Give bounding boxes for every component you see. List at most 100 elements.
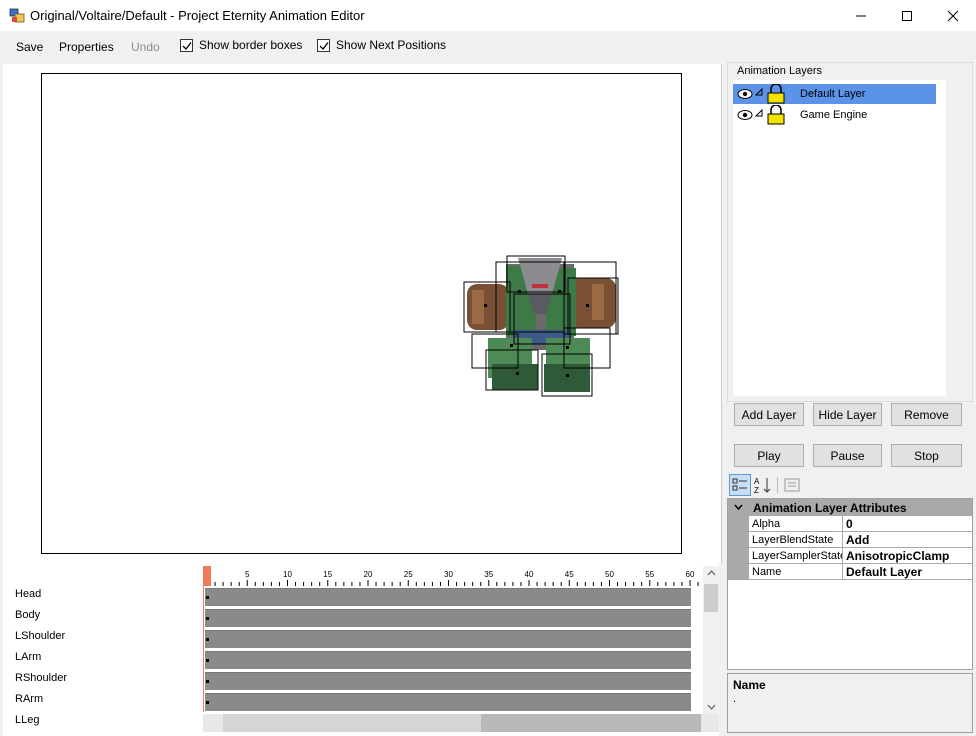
collapse-chevron-icon[interactable] (734, 504, 743, 511)
lock-icon[interactable] (767, 105, 785, 125)
ruler-label: 60 (686, 570, 695, 579)
layer-list[interactable] (733, 80, 946, 396)
property-description-panel: Name . (727, 673, 973, 733)
properties-button[interactable]: Properties (59, 40, 114, 54)
close-button[interactable] (930, 0, 976, 31)
toolbar-separator (777, 477, 778, 493)
ruler-label: 40 (525, 570, 534, 579)
layer-row-default[interactable]: Default Layer (733, 84, 936, 104)
ruler-label: 5 (245, 570, 250, 579)
app-icon (9, 8, 25, 23)
remove-layer-button[interactable]: Remove (891, 403, 962, 426)
pause-button[interactable]: Pause (813, 444, 882, 467)
checkmark-icon (182, 42, 192, 50)
show-next-positions-checkbox[interactable] (317, 39, 330, 52)
ruler-label: 55 (645, 570, 654, 579)
property-description-text: . (733, 693, 737, 705)
keyframe-marker[interactable] (206, 638, 209, 641)
hide-layer-button[interactable]: Hide Layer (813, 403, 882, 426)
property-row[interactable]: LayerBlendState Add (728, 532, 972, 548)
maximize-button[interactable] (884, 0, 930, 31)
minimize-button[interactable] (838, 0, 884, 31)
property-gutter (728, 564, 749, 580)
property-value[interactable]: Default Layer (843, 564, 972, 580)
show-next-positions-label: Show Next Positions (336, 38, 447, 52)
scroll-thumb[interactable] (704, 584, 718, 612)
ruler-label: 20 (364, 570, 373, 579)
animation-layers-caption: Animation Layers (735, 65, 824, 77)
property-gutter (728, 516, 749, 532)
property-key: Alpha (749, 516, 843, 532)
track-bar[interactable] (205, 609, 691, 627)
playhead[interactable] (203, 566, 211, 586)
property-row[interactable]: Name Default Layer (728, 564, 972, 580)
track-bar[interactable] (205, 651, 691, 669)
ruler-label: 35 (484, 570, 493, 579)
undo-button[interactable]: Undo (131, 40, 160, 54)
lock-icon[interactable] (767, 84, 785, 104)
layer-name: Game Engine (800, 109, 868, 121)
eye-icon[interactable] (737, 88, 753, 100)
ruler-label: 10 (283, 570, 292, 579)
ruler-label: 45 (565, 570, 574, 579)
track-bar[interactable] (205, 588, 691, 606)
keyframe-marker[interactable] (206, 680, 209, 683)
eye-icon[interactable] (737, 109, 753, 121)
add-layer-button[interactable]: Add Layer (734, 403, 804, 426)
keyframe-marker[interactable] (206, 596, 209, 599)
save-button[interactable]: Save (16, 40, 43, 54)
property-value[interactable]: AnisotropicClamp (843, 548, 972, 564)
keyframe-marker[interactable] (206, 701, 209, 704)
property-category-title: Animation Layer Attributes (753, 501, 907, 515)
scroll-down-icon[interactable] (707, 704, 716, 710)
track-label[interactable]: Body (15, 609, 40, 621)
timeline-vertical-scrollbar[interactable] (703, 566, 719, 714)
animation-stage[interactable] (41, 73, 682, 554)
property-row[interactable]: Alpha 0 (728, 516, 972, 532)
stop-button[interactable]: Stop (891, 444, 962, 467)
alphabetical-view-button[interactable]: AZ (752, 474, 774, 496)
robot-sprite[interactable] (462, 254, 622, 404)
layer-name: Default Layer (800, 88, 866, 100)
ruler-label: 15 (323, 570, 332, 579)
property-key: LayerBlendState (749, 532, 843, 548)
show-border-boxes-checkbox[interactable] (180, 39, 193, 52)
expand-triangle-icon[interactable] (755, 109, 763, 117)
property-row[interactable]: LayerSamplerState AnisotropicClamp (728, 548, 972, 564)
track-bar[interactable] (205, 693, 691, 711)
categorized-view-button[interactable] (729, 474, 751, 496)
property-gutter (728, 548, 749, 564)
close-icon (947, 10, 959, 21)
layer-row-game-engine[interactable]: Game Engine (733, 105, 936, 125)
track-label[interactable]: LLeg (15, 714, 39, 726)
play-button[interactable]: Play (734, 444, 804, 467)
frame-ruler[interactable]: 051015202530354045505560 (203, 566, 702, 586)
property-gutter (728, 532, 749, 548)
scroll-up-icon[interactable] (707, 570, 716, 576)
property-description-title: Name (733, 678, 766, 692)
hscroll-thumb[interactable] (481, 714, 701, 732)
track-label[interactable]: LShoulder (15, 630, 65, 642)
ruler-label: 50 (605, 570, 614, 579)
property-category-header[interactable]: Animation Layer Attributes (728, 499, 972, 516)
property-value[interactable]: 0 (843, 516, 972, 532)
track-bar[interactable] (205, 630, 691, 648)
track-label[interactable]: Head (15, 588, 41, 600)
keyframe-marker[interactable] (206, 617, 209, 620)
expand-triangle-icon[interactable] (755, 88, 763, 96)
timeline-horizontal-scrollbar[interactable] (203, 714, 719, 732)
checkmark-icon (319, 42, 329, 50)
property-key: Name (749, 564, 843, 580)
track-label[interactable]: RArm (15, 693, 43, 705)
keyframe-marker[interactable] (206, 659, 209, 662)
track-label[interactable]: LArm (15, 651, 41, 663)
svg-text:Z: Z (754, 486, 759, 494)
property-pages-button[interactable] (781, 474, 803, 496)
property-value[interactable]: Add (843, 532, 972, 548)
show-border-boxes-label: Show border boxes (199, 38, 303, 52)
hscroll-left-area (223, 714, 481, 732)
svg-text:A: A (754, 477, 760, 486)
track-label[interactable]: RShoulder (15, 672, 67, 684)
maximize-icon (902, 10, 912, 21)
track-bar[interactable] (205, 672, 691, 690)
